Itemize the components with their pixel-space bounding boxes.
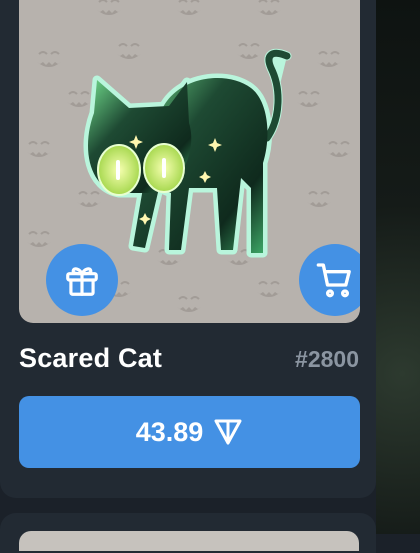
item-title: Scared Cat bbox=[19, 343, 163, 373]
buy-price-button[interactable]: 43.89 bbox=[19, 396, 360, 468]
gift-card[interactable]: Scared Cat #2800 43.89 bbox=[0, 0, 376, 498]
price-value: 43.89 bbox=[135, 416, 204, 447]
next-gift-card[interactable] bbox=[0, 513, 376, 553]
item-number: #2800 bbox=[295, 346, 359, 372]
ton-icon bbox=[214, 419, 242, 445]
gift-icon bbox=[66, 267, 98, 296]
cart-icon bbox=[316, 263, 351, 298]
gift-image[interactable] bbox=[19, 0, 360, 323]
background-scenery bbox=[376, 0, 420, 534]
gift-button[interactable] bbox=[46, 244, 118, 316]
next-gift-image bbox=[19, 531, 359, 551]
